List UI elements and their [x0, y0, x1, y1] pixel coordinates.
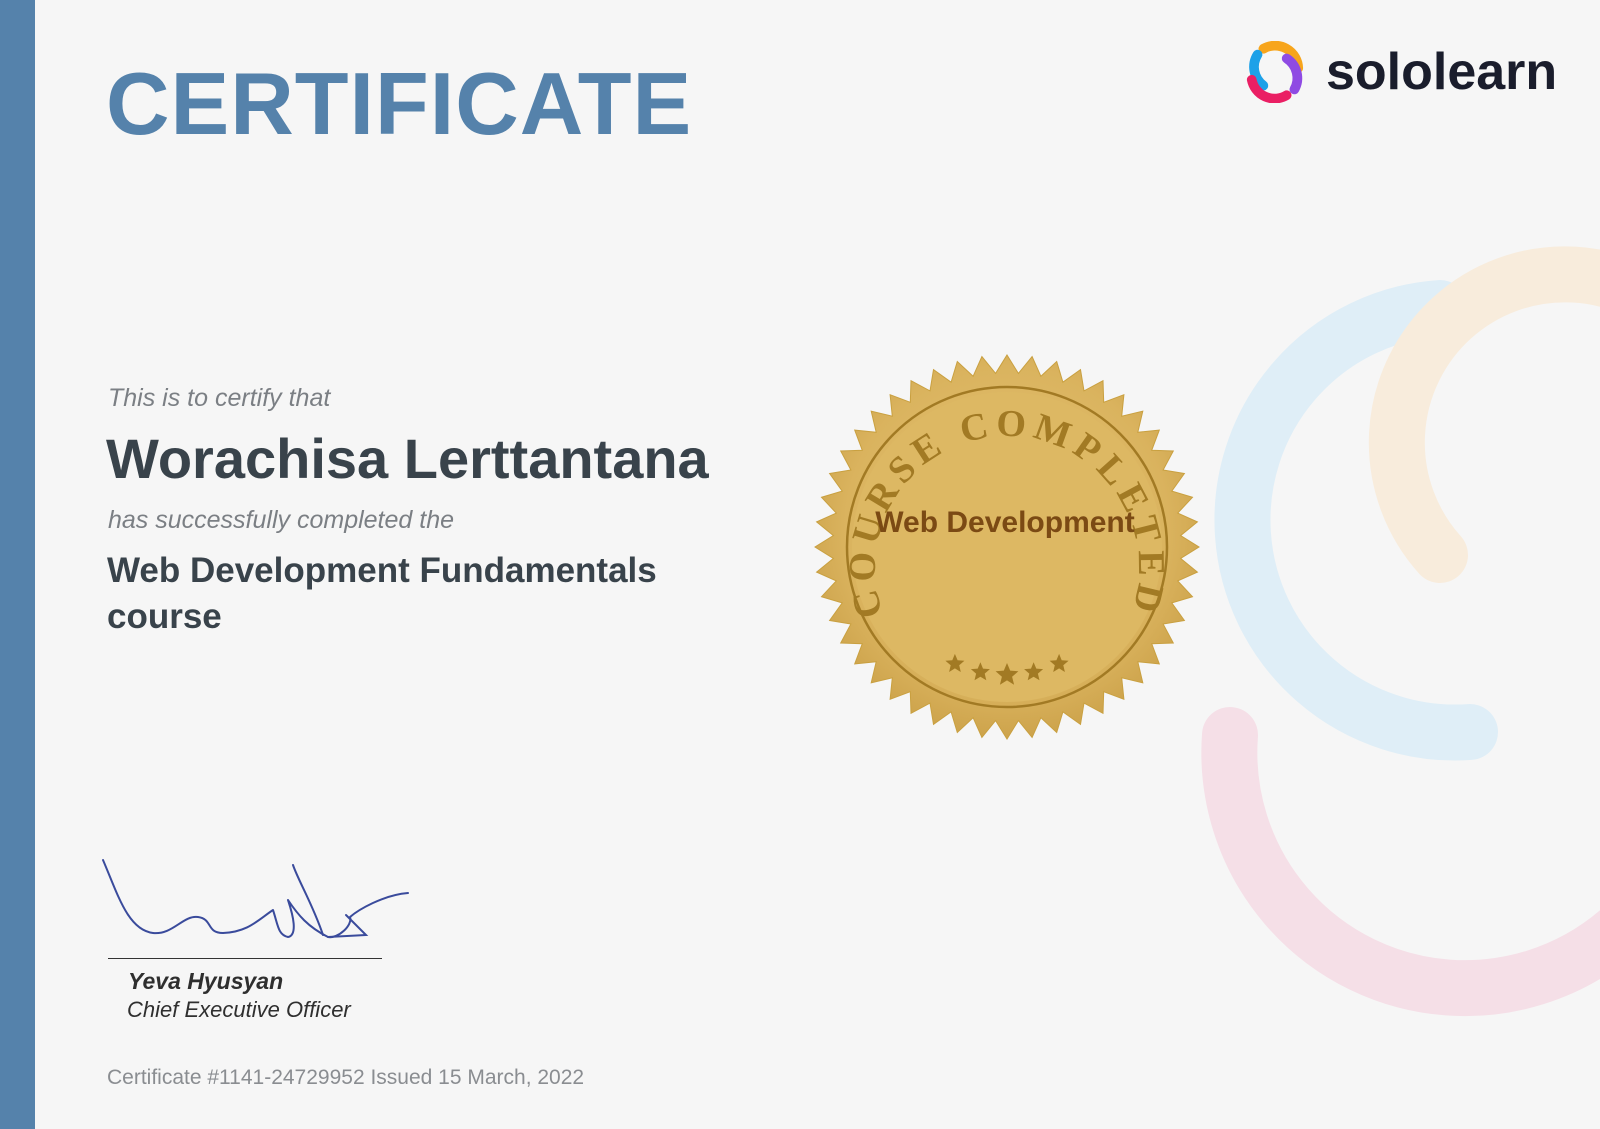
- sololearn-logo: sololearn: [1244, 40, 1557, 104]
- ceo-signature: [102, 859, 409, 939]
- course-name: Web Development Fundamentals course: [107, 551, 657, 636]
- course-completed-seal: COURSE COMPLETED: [814, 354, 1200, 740]
- seal-course-title: Web Development: [875, 506, 1135, 539]
- completed-text: has successfully completed the: [108, 506, 455, 534]
- recipient-name: Worachisa Lerttantana: [106, 427, 709, 490]
- certify-text: This is to certify that: [108, 384, 331, 412]
- signatory-title: Chief Executive Officer: [127, 997, 351, 1022]
- left-accent-bar: [0, 0, 35, 1129]
- signature-line: [108, 958, 382, 959]
- certificate-id-and-date: Certificate #1141-24729952 Issued 15 Mar…: [107, 1066, 585, 1089]
- sololearn-logo-icon: [1246, 41, 1304, 103]
- signatory-name: Yeva Hyusyan: [128, 968, 284, 994]
- brand-name: sololearn: [1326, 43, 1558, 101]
- certificate-heading: CERTIFICATE: [106, 54, 693, 153]
